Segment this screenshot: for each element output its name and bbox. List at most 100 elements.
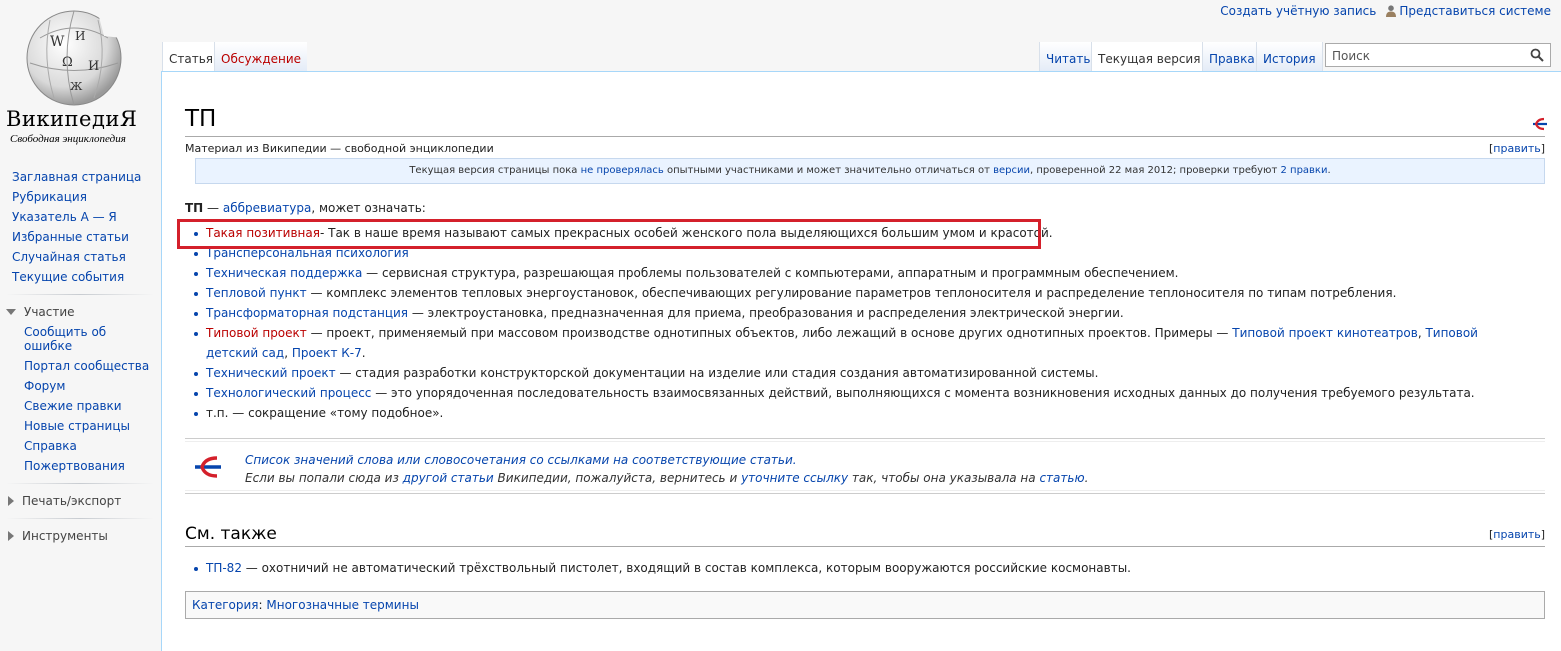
sidebar-separator xyxy=(6,518,154,519)
disambiguation-line-1: Список значений слова или словосочетания… xyxy=(245,453,797,467)
meaning-text: — это упорядоченная последовательность в… xyxy=(371,386,1475,400)
tab-talk[interactable]: Обсуждение xyxy=(214,42,308,72)
categories-label-link[interactable]: Категория xyxy=(192,598,259,612)
fix-link-link[interactable]: уточните ссылку xyxy=(741,471,848,485)
list-item: Тепловой пункт — комплекс элементов тепл… xyxy=(190,283,1530,303)
meaning-link[interactable]: Трансперсональная психология xyxy=(206,246,409,260)
list-item: ТП-82 — охотничий не автоматический трёх… xyxy=(190,558,1131,578)
sidebar-link[interactable]: Текущие события xyxy=(12,270,124,284)
tools-heading[interactable]: Инструменты xyxy=(6,529,160,543)
tab-edit[interactable]: Правка xyxy=(1202,42,1261,72)
meaning-text: — стадия разработки конструкторской доку… xyxy=(335,366,1099,380)
disambiguation-icon[interactable] xyxy=(1530,116,1548,132)
meaning-link[interactable]: Типовой проект xyxy=(206,326,307,340)
version-link[interactable]: версии xyxy=(993,165,1030,176)
meaning-link[interactable]: Технологический процесс xyxy=(206,386,371,400)
disambiguation-list-link[interactable]: Список значений слова или словосочетания… xyxy=(245,453,797,467)
sidebar-item-random[interactable]: Случайная статья xyxy=(12,250,160,264)
intro-text: ТП — аббревиатура, может означать: xyxy=(185,201,426,215)
sidebar-link[interactable]: Форум xyxy=(24,379,65,393)
list-item: Техническая поддержка — сервисная структ… xyxy=(190,263,1530,283)
sidebar-item-index[interactable]: Указатель А — Я xyxy=(12,210,160,224)
edit-section-link: [править] xyxy=(1489,528,1546,541)
edit-link[interactable]: править xyxy=(1493,142,1540,155)
meaning-link[interactable]: Техническая поддержка xyxy=(206,266,362,280)
portal-heading-label: Инструменты xyxy=(22,529,108,543)
list-item: Такая позитивная- Так в наше время назыв… xyxy=(190,223,1530,243)
example-link[interactable]: Проект К-7 xyxy=(292,346,362,360)
sidebar-item-donate[interactable]: Пожертвования xyxy=(24,459,160,473)
search-icon[interactable] xyxy=(1530,48,1544,62)
notice-text: Текущая версия страницы пока xyxy=(409,165,581,176)
login-link[interactable]: Представиться системе xyxy=(1399,4,1551,18)
meaning-text: — комплекс элементов тепловых энергоуста… xyxy=(306,286,1397,300)
section-rule xyxy=(185,546,1545,547)
article-link[interactable]: статью xyxy=(1039,471,1084,485)
sidebar-link[interactable]: Пожертвования xyxy=(24,459,125,473)
meaning-text: — электроустановка, предназначенная для … xyxy=(408,306,1124,320)
see-also-link[interactable]: ТП-82 xyxy=(206,561,242,575)
svg-text:И: И xyxy=(75,29,85,43)
wikipedia-logo[interactable]: W И Ω И Ж ВикипедиЯ Свободная энциклопед… xyxy=(0,0,160,160)
sidebar-item-forum[interactable]: Форум xyxy=(24,379,160,393)
sidebar-link[interactable]: Новые страницы xyxy=(24,419,130,433)
notice-text: , проверенной 22 мая 2012; проверки треб… xyxy=(1029,165,1281,176)
example-link[interactable]: Типовой проект кинотеатров xyxy=(1232,326,1418,340)
meaning-link[interactable]: Такая позитивная xyxy=(206,226,320,240)
intro-rest: , может означать: xyxy=(311,201,426,215)
meaning-link[interactable]: Тепловой пункт xyxy=(206,286,307,300)
tab-history[interactable]: История xyxy=(1256,42,1323,72)
sidebar-item-categories[interactable]: Рубрикация xyxy=(12,190,160,204)
dm-text: Википедии, пожалуйста, вернитесь и xyxy=(493,471,742,485)
sidebar-item-recent-changes[interactable]: Свежие правки xyxy=(24,399,160,413)
search-input[interactable] xyxy=(1330,45,1524,67)
expand-arrow-icon xyxy=(6,309,16,315)
wikipedia-globe-icon: W И Ω И Ж xyxy=(26,10,122,106)
meaning-link[interactable]: Технический проект xyxy=(206,366,336,380)
sidebar-link[interactable]: Портал сообщества xyxy=(24,359,149,373)
svg-text:Ж: Ж xyxy=(70,80,83,93)
sidebar-item-new-pages[interactable]: Новые страницы xyxy=(24,419,160,433)
dm-text: так, чтобы она указывала на xyxy=(848,471,1040,485)
meaning-end: . xyxy=(361,346,366,360)
user-icon xyxy=(1386,5,1397,17)
tab-current-version[interactable]: Текущая версия xyxy=(1091,42,1207,72)
sidebar-link[interactable]: Сообщить об ошибке xyxy=(24,325,106,353)
category-link[interactable]: Многозначные термины xyxy=(266,598,419,612)
sidebar-link[interactable]: Случайная статья xyxy=(12,250,126,264)
print-export-heading[interactable]: Печать/экспорт xyxy=(6,494,160,508)
meaning-link[interactable]: Трансформаторная подстанция xyxy=(206,306,408,320)
svg-text:И: И xyxy=(88,59,99,74)
edit-link[interactable]: править xyxy=(1493,528,1540,541)
sidebar-item-community-portal[interactable]: Портал сообщества xyxy=(24,359,160,373)
sidebar: Заглавная страница Рубрикация Указатель … xyxy=(0,170,160,549)
not-reviewed-link[interactable]: не проверялась xyxy=(581,165,664,176)
category-links: Категория: Многозначные термины xyxy=(185,591,1545,619)
participation-heading[interactable]: Участие xyxy=(6,305,160,319)
other-article-link[interactable]: другой статьи xyxy=(403,471,494,485)
title-rule xyxy=(185,136,1545,137)
tab-read[interactable]: Читать xyxy=(1039,42,1097,72)
sidebar-link[interactable]: Рубрикация xyxy=(12,190,87,204)
tab-label: Читать xyxy=(1046,52,1091,66)
dm-text: Если вы попали сюда из xyxy=(245,471,403,485)
tab-label: Текущая версия xyxy=(1098,52,1201,66)
svg-text:Ω: Ω xyxy=(62,55,73,70)
pending-edits-link[interactable]: 2 правки xyxy=(1280,165,1327,176)
abbreviation-link[interactable]: аббревиатура xyxy=(223,201,311,215)
sidebar-item-current-events[interactable]: Текущие события xyxy=(12,270,160,284)
sidebar-link[interactable]: Свежие правки xyxy=(24,399,122,413)
sidebar-item-report-error[interactable]: Сообщить об ошибке xyxy=(24,325,134,353)
sidebar-item-help[interactable]: Справка xyxy=(24,439,160,453)
sidebar-link[interactable]: Указатель А — Я xyxy=(12,210,117,224)
list-item: Трансформаторная подстанция — электроуст… xyxy=(190,303,1530,323)
list-item: Технический проект — стадия разработки к… xyxy=(190,363,1530,383)
sidebar-link[interactable]: Заглавная страница xyxy=(12,170,141,184)
sidebar-item-featured[interactable]: Избранные статьи xyxy=(12,230,160,244)
sidebar-link[interactable]: Избранные статьи xyxy=(12,230,129,244)
tab-article[interactable]: Статья xyxy=(162,42,220,72)
personal-tools: Создать учётную запись Представиться сис… xyxy=(1220,4,1551,18)
sidebar-link[interactable]: Справка xyxy=(24,439,77,453)
create-account-link[interactable]: Создать учётную запись xyxy=(1220,4,1376,18)
sidebar-item-main-page[interactable]: Заглавная страница xyxy=(12,170,160,184)
